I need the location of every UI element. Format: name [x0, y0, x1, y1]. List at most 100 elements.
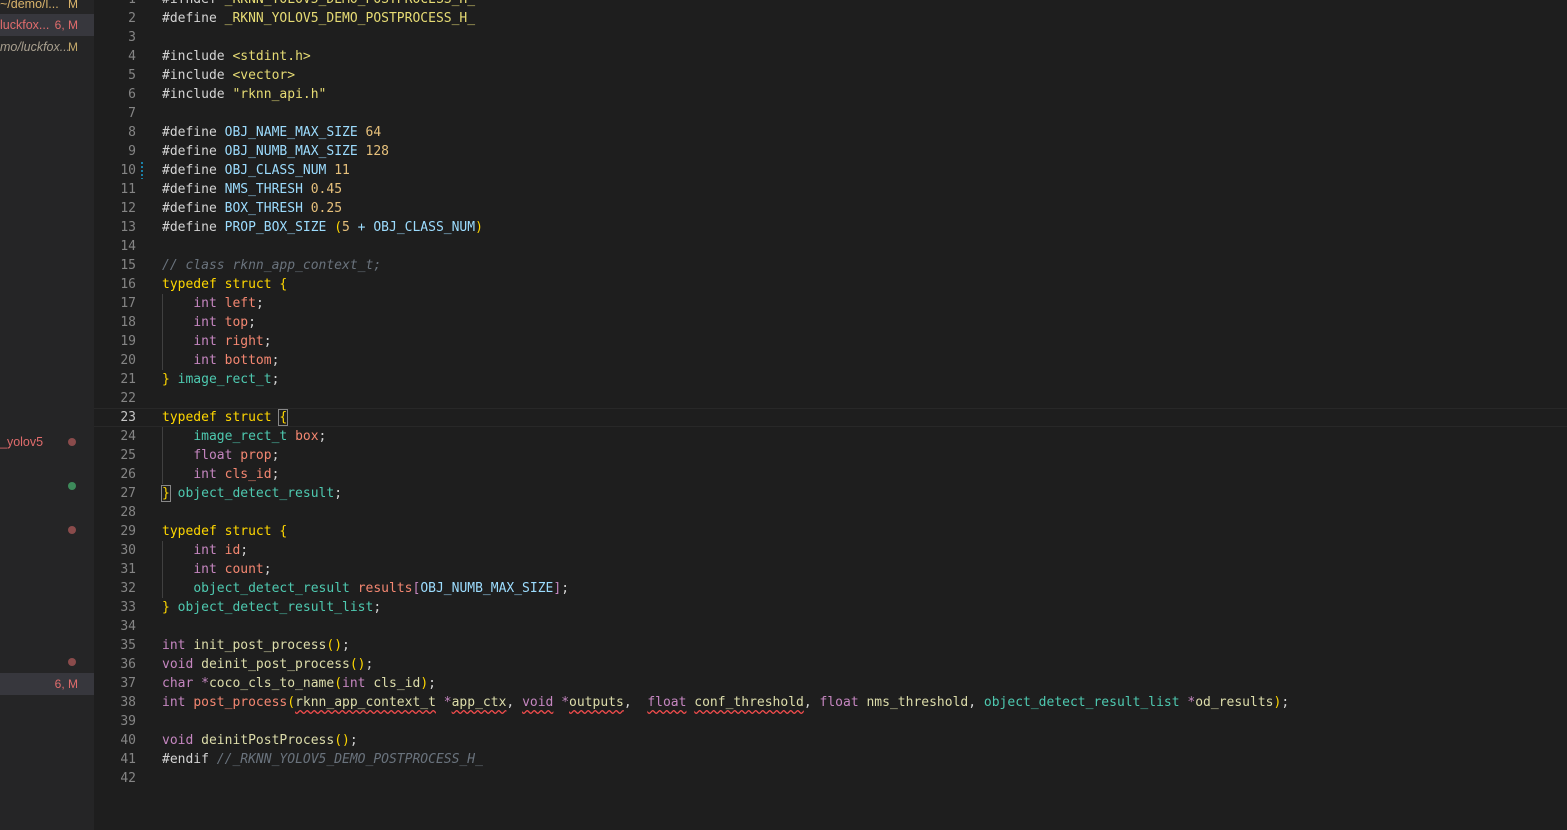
line-code: #include <vector> [162, 68, 296, 83]
code-line[interactable]: 28 [94, 503, 1567, 522]
code-line[interactable]: 31 int count; [94, 560, 1567, 579]
line-code: #define _RKNN_YOLOV5_DEMO_POSTPROCESS_H_ [162, 11, 476, 26]
code-line[interactable]: 13 #define PROP_BOX_SIZE (5 + OBJ_CLASS_N… [94, 218, 1567, 237]
sidebar-item-label: ~/demo/l... [0, 0, 59, 11]
line-code: #define OBJ_NUMB_MAX_SIZE 128 [162, 144, 389, 159]
line-number: 38 [120, 695, 136, 710]
code-line[interactable]: 7 [94, 104, 1567, 123]
line-code: int init_post_process(); [162, 638, 350, 653]
code-line[interactable]: 1 #ifndef _RKNN_YOLOV5_DEMO_POSTPROCESS_H… [94, 0, 1567, 9]
line-code: int count; [193, 562, 272, 577]
line-number: 29 [120, 524, 136, 539]
code-line[interactable]: 36 void deinit_post_process(); [94, 655, 1567, 674]
code-line[interactable]: 15 // class rknn_app_context_t; [94, 256, 1567, 275]
code-line[interactable]: 35 int init_post_process(); [94, 636, 1567, 655]
code-line[interactable]: 39 [94, 712, 1567, 731]
line-number: 15 [120, 258, 136, 273]
code-line[interactable]: 42 [94, 769, 1567, 788]
code-line[interactable]: 14 [94, 237, 1567, 256]
code-line[interactable]: 18 int top; [94, 313, 1567, 332]
line-code: float prop; [193, 448, 280, 463]
line-code: int cls_id; [193, 467, 280, 482]
code-line[interactable]: 3 [94, 28, 1567, 47]
git-status-badge: 6, M [54, 18, 78, 32]
line-number: 12 [120, 201, 136, 216]
code-line[interactable]: 32 object_detect_result results[OBJ_NUMB… [94, 579, 1567, 598]
code-line[interactable]: 40 void deinitPostProcess(); [94, 731, 1567, 750]
code-line[interactable]: 27} object_detect_result; [94, 484, 1567, 503]
line-number: 14 [120, 239, 136, 254]
line-code: void deinit_post_process(); [162, 657, 374, 672]
line-number: 11 [120, 182, 136, 197]
status-dot-icon [68, 482, 76, 490]
line-code: #include <stdint.h> [162, 49, 311, 64]
code-line[interactable]: 11 #define NMS_THRESH 0.45 [94, 180, 1567, 199]
sidebar-item[interactable]: 6, M [0, 673, 94, 695]
sidebar-item[interactable]: _yolov5 [0, 431, 94, 453]
line-number: 7 [128, 106, 136, 121]
line-number: 6 [128, 87, 136, 102]
sidebar-item[interactable] [0, 651, 94, 673]
code-line[interactable]: 10 #define OBJ_CLASS_NUM 11 [94, 161, 1567, 180]
code-line[interactable]: 22 [94, 389, 1567, 408]
code-line[interactable]: 16 typedef struct { [94, 275, 1567, 294]
line-code: int left; [193, 296, 264, 311]
code-line[interactable]: 37 char *coco_cls_to_name(int cls_id); [94, 674, 1567, 693]
line-code: #include "rknn_api.h" [162, 87, 327, 102]
line-code: } image_rect_t; [162, 372, 280, 387]
code-line[interactable]: 5 #include <vector> [94, 66, 1567, 85]
line-number: 41 [120, 752, 136, 767]
line-code: typedef struct { [162, 409, 289, 426]
line-number: 10 [120, 163, 136, 178]
line-number: 32 [120, 581, 136, 596]
line-number: 35 [120, 638, 136, 653]
line-code: void deinitPostProcess(); [162, 733, 358, 748]
code-line[interactable]: 30 int id; [94, 541, 1567, 560]
code-editor[interactable]: 1 #ifndef _RKNN_YOLOV5_DEMO_POSTPROCESS_H… [94, 0, 1567, 830]
line-code: #define BOX_THRESH 0.25 [162, 201, 343, 216]
code-line[interactable]: 20 int bottom; [94, 351, 1567, 370]
line-code: int post_process(rknn_app_context_t *app… [162, 695, 1290, 710]
line-number: 4 [128, 49, 136, 64]
code-line[interactable]: 19 int right; [94, 332, 1567, 351]
code-line[interactable]: 26 int cls_id; [94, 465, 1567, 484]
line-number: 22 [120, 391, 136, 406]
git-status-badge: M [68, 0, 78, 11]
line-code: #define NMS_THRESH 0.45 [162, 182, 343, 197]
line-code: } object_detect_result_list; [162, 600, 382, 615]
line-number: 25 [120, 448, 136, 463]
line-number: 27 [120, 486, 136, 501]
code-line[interactable]: 38 int post_process(rknn_app_context_t *a… [94, 693, 1567, 712]
code-line[interactable]: 6 #include "rknn_api.h" [94, 85, 1567, 104]
line-code: int top; [193, 315, 256, 330]
sidebar-item[interactable] [0, 519, 94, 541]
sidebar-item[interactable]: mo/luckfox... M [0, 36, 94, 58]
sidebar-item[interactable]: ~/demo/l... M [0, 0, 94, 15]
code-line[interactable]: 23 typedef struct { [94, 408, 1567, 427]
line-number: 19 [120, 334, 136, 349]
code-line[interactable]: 2 #define _RKNN_YOLOV5_DEMO_POSTPROCESS_H… [94, 9, 1567, 28]
code-line[interactable]: 24 image_rect_t box; [94, 427, 1567, 446]
line-code: // class rknn_app_context_t; [162, 258, 382, 273]
code-line[interactable]: 21} image_rect_t; [94, 370, 1567, 389]
line-code: int bottom; [193, 353, 280, 368]
code-line[interactable]: 9 #define OBJ_NUMB_MAX_SIZE 128 [94, 142, 1567, 161]
code-line[interactable]: 33} object_detect_result_list; [94, 598, 1567, 617]
sidebar-item[interactable] [0, 475, 94, 497]
code-line[interactable]: 41 #endif //_RKNN_YOLOV5_DEMO_POSTPROCESS… [94, 750, 1567, 769]
explorer-sidebar: ~/demo/l... Mluckfox... 6, Mmo/luckfox... M… [0, 0, 94, 830]
line-number: 26 [120, 467, 136, 482]
status-dot-icon [68, 658, 76, 666]
code-line[interactable]: 25 float prop; [94, 446, 1567, 465]
code-line[interactable]: 29 typedef struct { [94, 522, 1567, 541]
code-line[interactable]: 8 #define OBJ_NAME_MAX_SIZE 64 [94, 123, 1567, 142]
line-number: 3 [128, 30, 136, 45]
sidebar-item-label: _yolov5 [0, 435, 44, 449]
code-line[interactable]: 12 #define BOX_THRESH 0.25 [94, 199, 1567, 218]
code-line[interactable]: 17 int left; [94, 294, 1567, 313]
sidebar-item[interactable]: luckfox... 6, M [0, 14, 94, 36]
code-line[interactable]: 34 [94, 617, 1567, 636]
status-dot-icon [68, 526, 76, 534]
code-line[interactable]: 4 #include <stdint.h> [94, 47, 1567, 66]
line-number: 8 [128, 125, 136, 140]
